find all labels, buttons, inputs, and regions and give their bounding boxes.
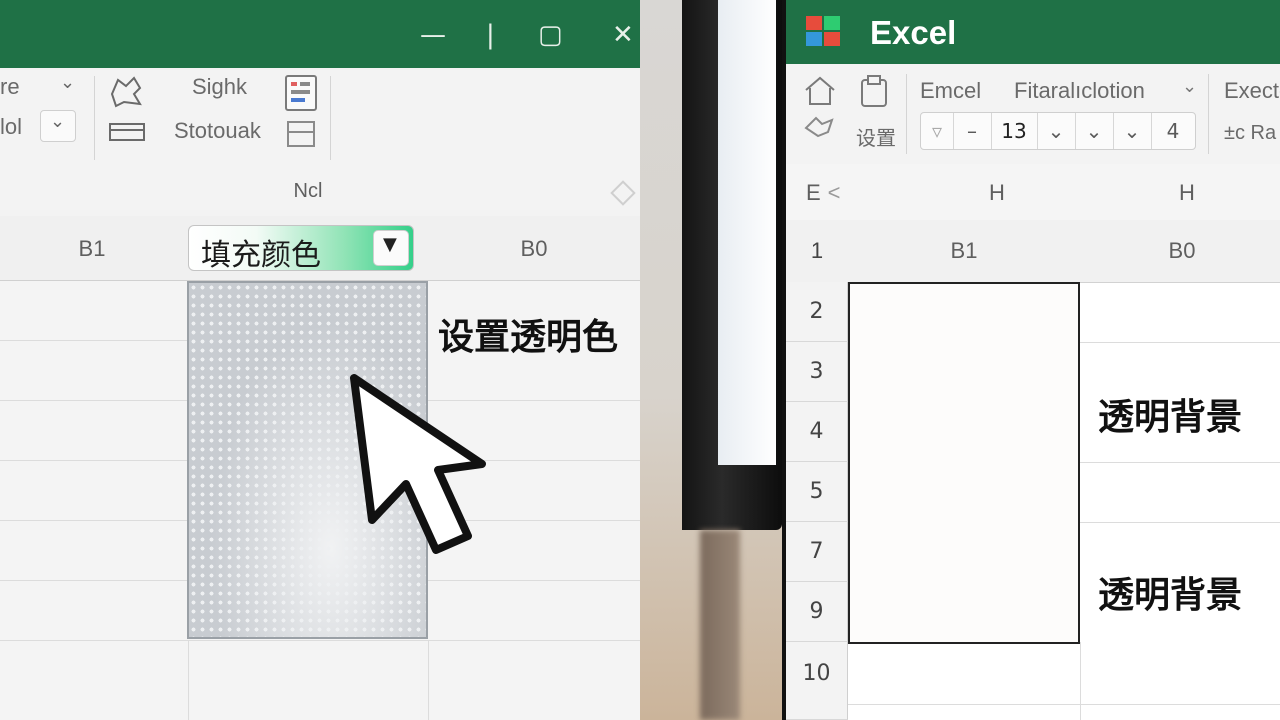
row-header[interactable]: 7: [786, 522, 848, 582]
monitor-screen: [718, 0, 776, 465]
diamond-icon[interactable]: [610, 180, 636, 206]
close-button[interactable]: ✕: [612, 22, 634, 48]
mouse-cursor-icon: [350, 374, 486, 554]
ribbon: re ⌄ lol ⌄ Sighk Stotouak: [0, 68, 640, 169]
grid-line: [0, 400, 187, 401]
grid-line: [0, 460, 187, 461]
logo-tile: [806, 32, 822, 46]
column-header-label: B0: [1168, 238, 1196, 263]
maximize-button[interactable]: ▢: [538, 22, 563, 48]
clipboard-icon[interactable]: [858, 74, 892, 110]
logo-tile: [824, 32, 840, 46]
column-header-label: B1: [950, 238, 978, 263]
ribbon-label-top[interactable]: Sighk: [192, 74, 247, 100]
column-header-b1[interactable]: B1: [0, 216, 185, 281]
ribbon-separator: [906, 74, 907, 154]
home-icon[interactable]: [802, 74, 838, 108]
conditional-format-icon[interactable]: [284, 74, 318, 112]
border-icon[interactable]: [106, 118, 148, 148]
row-header[interactable]: 4: [786, 402, 848, 462]
name-box-label[interactable]: Ncl: [286, 180, 330, 203]
excel-logo-icon: [806, 16, 842, 48]
app-title: Excel: [870, 14, 957, 51]
font-family-dropdown[interactable]: Fitaralıclotion: [1014, 78, 1145, 104]
ribbon-separator: [94, 76, 95, 160]
formula-bar: E < H H: [786, 164, 1280, 221]
ribbon-label-right-top[interactable]: Execto: [1224, 78, 1280, 104]
ribbon-separator: [1208, 74, 1209, 154]
logo-tile: [824, 16, 840, 30]
row-header[interactable]: 9: [786, 582, 848, 642]
fill-color-label: 填充颜色: [201, 238, 321, 273]
chevron-down-icon: ▼: [383, 234, 397, 255]
chevron-down-icon[interactable]: ⌄: [1075, 113, 1114, 149]
column-header-b1[interactable]: B1: [848, 220, 1081, 283]
minimize-button[interactable]: —: [420, 22, 446, 48]
grid-line: [1080, 522, 1280, 523]
ribbon-label-bottom[interactable]: Stotouak: [174, 118, 261, 144]
column-header-label: B1: [78, 236, 106, 261]
dropdown-arrow-button[interactable]: ▼: [373, 230, 409, 266]
row-number: 1: [810, 238, 824, 263]
format-painter-icon[interactable]: [106, 74, 146, 110]
paste-icon[interactable]: [802, 114, 838, 142]
left-excel-window: — | ▢ ✕ re ⌄ lol ⌄ Sighk Stotouak Ncl B1…: [0, 0, 640, 720]
row-header[interactable]: 3: [786, 342, 848, 402]
logo-tile: [806, 16, 822, 30]
style-dropdown-button[interactable]: ⌄: [40, 110, 76, 142]
decrease-button[interactable]: –: [953, 113, 992, 149]
chevron-down-icon[interactable]: ⌄: [1113, 113, 1152, 149]
grid-line: [1080, 642, 1081, 720]
title-bar: — | ▢ ✕: [0, 0, 640, 68]
grid-line: [428, 640, 429, 720]
row-header[interactable]: 2: [786, 282, 848, 342]
grid-line: [428, 580, 640, 581]
grid-line: [0, 340, 187, 341]
grid-line: [1080, 462, 1280, 463]
font-name-dropdown[interactable]: re: [0, 74, 20, 100]
column-label-h: H: [989, 180, 1005, 205]
settings-label[interactable]: 设置: [856, 122, 896, 151]
font-style-dropdown[interactable]: lol: [0, 114, 22, 140]
fill-color-dropdown[interactable]: 填充颜色 ▼: [188, 225, 414, 273]
size-extra-label[interactable]: 4: [1151, 113, 1195, 149]
grid-line: [0, 640, 640, 641]
filter-icon[interactable]: ▿: [921, 113, 954, 149]
row-header[interactable]: 5: [786, 462, 848, 522]
callout-transparent-background: 透明背景: [1098, 575, 1243, 616]
transparent-cell-range[interactable]: [848, 282, 1080, 644]
table-format-icon[interactable]: [286, 120, 320, 150]
font-name-label[interactable]: Emcel: [920, 78, 981, 104]
cell-ref[interactable]: E: [806, 180, 826, 206]
title-bar: Excel: [786, 0, 1280, 64]
grid-line: [188, 640, 189, 720]
restore-button[interactable]: |: [486, 22, 495, 48]
monitor-stand: [700, 530, 740, 720]
right-excel-window: Excel 设置 Emcel Fitaralıclotion ⌄ Execto …: [782, 0, 1280, 720]
ribbon-separator: [330, 76, 331, 160]
formula-bar: Ncl: [0, 168, 640, 217]
callout-transparent-background: 透明背景: [1098, 397, 1243, 438]
ribbon-label-right-bottom[interactable]: ±c Ra: [1224, 122, 1276, 145]
column-header-b0[interactable]: B0: [1080, 220, 1280, 283]
row-header-1[interactable]: 1: [786, 220, 849, 283]
chevron-down-icon[interactable]: ⌄: [60, 72, 75, 93]
chevron-down-icon: ⌄: [50, 111, 66, 132]
chevron-left-icon[interactable]: <: [826, 180, 842, 206]
column-header-label: B0: [520, 236, 548, 261]
grid-line: [848, 704, 1280, 705]
grid-line: [0, 580, 187, 581]
font-size-input[interactable]: 13: [991, 113, 1038, 149]
grid-line: [1080, 342, 1280, 343]
chevron-down-icon[interactable]: ⌄: [1037, 113, 1076, 149]
column-header-b0[interactable]: B0: [428, 216, 640, 281]
font-size-toolbar: ▿ – 13 ⌄ ⌄ ⌄ 4: [920, 112, 1196, 150]
row-header[interactable]: 10: [786, 642, 848, 720]
column-label-h: H: [1179, 180, 1195, 205]
chevron-down-icon[interactable]: ⌄: [1182, 76, 1197, 97]
grid-line: [0, 520, 187, 521]
callout-set-transparent: 设置透明色: [438, 317, 619, 358]
